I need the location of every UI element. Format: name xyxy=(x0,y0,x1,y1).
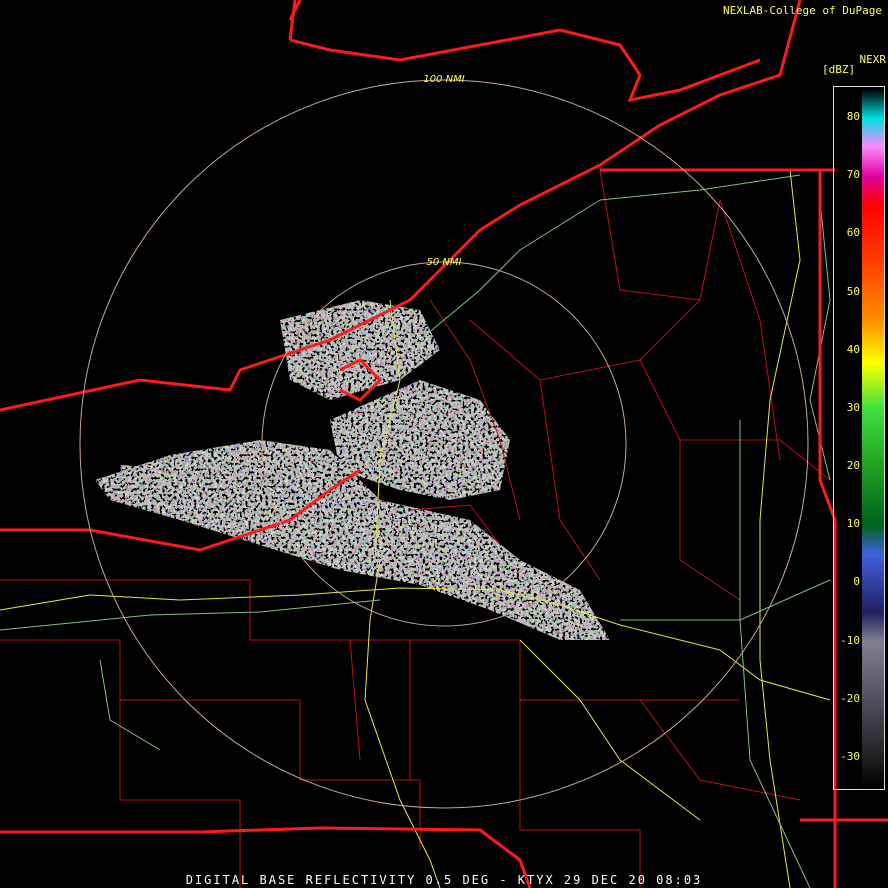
legend-tick-label: 70 xyxy=(846,168,860,182)
legend-tick-label: 80 xyxy=(846,110,860,124)
radar-map-view[interactable]: 100 NMI 50 NMI NEXLAB-College of DuPage … xyxy=(0,0,888,888)
ring-label-50: 50 NMI xyxy=(427,257,462,268)
legend-tick-label: 50 xyxy=(846,284,860,298)
legend-tick-label: -10 xyxy=(840,633,860,647)
product-caption: DIGITAL BASE REFLECTIVITY 0.5 DEG - KTYX… xyxy=(185,873,703,887)
legend-tick-label: 20 xyxy=(846,459,860,473)
legend-tick-label: 60 xyxy=(846,226,860,240)
legend-title: NEXR xyxy=(859,53,887,66)
legend-tick-label: 30 xyxy=(846,400,860,414)
radar-map: 100 NMI 50 NMI xyxy=(0,0,888,888)
legend-tick-label: -20 xyxy=(840,691,860,705)
color-scale-legend: 80 70 60 50 40 30 20 10 0 -10 -20 -30 xyxy=(833,86,885,790)
reflectivity-echoes xyxy=(95,300,610,640)
legend-tick-label: -30 xyxy=(840,749,860,763)
ring-label-100: 100 NMI xyxy=(423,74,464,85)
legend-tick-label: 40 xyxy=(846,342,860,356)
color-scale-bar xyxy=(862,89,884,787)
legend-tick-label: 0 xyxy=(853,575,860,589)
credit-label: NEXLAB-College of DuPage xyxy=(723,4,882,17)
legend-tick-label: 10 xyxy=(846,517,860,531)
legend-units: [dBZ] xyxy=(822,63,856,76)
